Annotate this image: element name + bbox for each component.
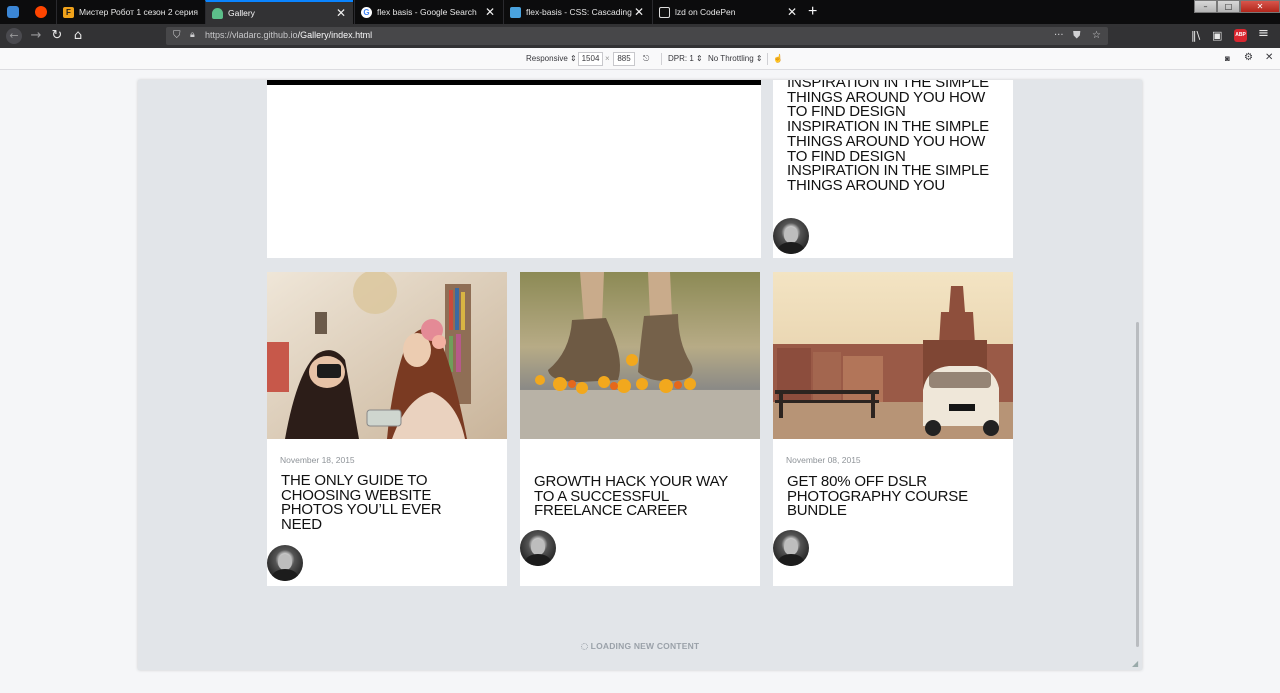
url-path: /Gallery/index.html (297, 30, 373, 40)
pinned-tab-reddit[interactable] (28, 0, 54, 24)
dpr-label: DPR: 1 (668, 54, 694, 63)
address-bar[interactable]: ⛉ 🔒︎ https://vladarc.github.io/Gallery/i… (166, 27, 1108, 45)
post-headline[interactable]: Get 80% off DSLR photography course bund… (787, 474, 982, 519)
pocket-icon[interactable]: ⛊ (1073, 30, 1081, 41)
tab-mdn-flex-basis[interactable]: flex-basis - CSS: Cascading Style Sheets… (503, 0, 651, 24)
codepen-icon (659, 6, 670, 18)
google-icon: G (361, 6, 372, 18)
close-tab-icon[interactable]: ✕ (633, 6, 645, 18)
tab-title: flex basis - Google Search (377, 7, 477, 17)
viewport-resize-handle[interactable]: ◢ (1132, 660, 1140, 668)
post-card[interactable]: Growth hack your way to a successful fre… (520, 272, 760, 586)
post-photo-boots-and-flowers (520, 272, 760, 439)
throttling-label: No Throttling (708, 54, 754, 63)
loading-indicator: LOADING NEW CONTENT (138, 641, 1142, 651)
new-tab-button[interactable]: + (808, 2, 817, 22)
reddit-icon (35, 6, 47, 18)
adblock-plus-icon[interactable]: ABP (1234, 29, 1247, 42)
toolbar-divider (661, 53, 662, 65)
close-tab-icon[interactable]: ✕ (484, 6, 496, 18)
back-arrow-icon[interactable]: ← (6, 28, 22, 44)
chat-icon (7, 6, 19, 18)
page-actions-icon[interactable]: ··· (1054, 30, 1064, 41)
tab-title: Gallery (228, 8, 255, 18)
tab-gallery[interactable]: Gallery ✕ (205, 0, 353, 24)
page-viewport: Inspiration in the simple things around … (138, 80, 1142, 670)
window-close-icon[interactable]: ✕ (1240, 0, 1280, 13)
bookmark-star-icon[interactable]: ☆ (1092, 30, 1101, 41)
touch-simulation-icon[interactable]: ☝ (773, 53, 783, 65)
dpr-selector[interactable]: DPR: 1 ⇕ (668, 53, 703, 65)
rotate-viewport-icon[interactable]: ⎋ (643, 53, 649, 65)
post-headline[interactable]: The only guide to choosing website photo… (281, 473, 476, 533)
page-scrollbar[interactable] (1136, 322, 1139, 647)
tab-mister-robot[interactable]: F Мистер Робот 1 сезон 2 серия (56, 0, 204, 24)
author-avatar[interactable] (267, 545, 303, 581)
menu-icon[interactable]: ≡ (1258, 27, 1269, 41)
shield-icon[interactable]: ⛉ (173, 30, 181, 41)
pinned-tab-messages[interactable] (0, 0, 26, 24)
tab-title: flex-basis - CSS: Cascading Style Sheets (526, 7, 633, 17)
close-tab-icon[interactable]: ✕ (335, 7, 347, 19)
screenshot-icon[interactable]: ◙ (1225, 53, 1230, 65)
post-card[interactable]: November 08, 2015 Get 80% off DSLR photo… (773, 272, 1013, 586)
tab-title: Мистер Робот 1 сезон 2 серия (79, 7, 198, 17)
post-date: November 18, 2015 (280, 455, 355, 465)
close-tab-icon[interactable]: ✕ (786, 6, 798, 18)
post-card[interactable]: November 18, 2015 The only guide to choo… (267, 272, 507, 586)
featured-card[interactable] (267, 80, 761, 258)
maximize-icon[interactable]: □ (1217, 0, 1240, 13)
mdn-icon (510, 6, 521, 18)
author-avatar[interactable] (520, 530, 556, 566)
tab-google-search[interactable]: G flex basis - Google Search ✕ (354, 0, 502, 24)
loading-spinner-icon (580, 643, 588, 650)
close-rdm-icon[interactable]: ✕ (1265, 52, 1273, 64)
viewport-width-input[interactable]: 1504 (578, 52, 603, 66)
github-pages-icon (212, 7, 223, 19)
loading-text: LOADING NEW CONTENT (590, 641, 700, 651)
responsive-design-toolbar: Responsive ⇕ 1504 × 885 ⎋ DPR: 1 ⇕ No Th… (0, 48, 1280, 70)
navigation-toolbar: ← → ↻ ⌂ ⛉ 🔒︎ https://vladarc.github.io/G… (0, 24, 1280, 48)
viewport-height-input[interactable]: 885 (613, 52, 635, 66)
post-date: November 08, 2015 (786, 455, 861, 465)
dimension-separator: × (605, 54, 610, 63)
post-headline[interactable]: Growth hack your way to a successful fre… (534, 474, 729, 519)
minimize-icon[interactable]: – (1194, 0, 1217, 13)
settings-gear-icon[interactable]: ⚙ (1244, 52, 1253, 64)
video-site-icon: F (63, 6, 74, 18)
device-label: Responsive (526, 54, 568, 63)
lock-icon[interactable]: 🔒︎ (190, 30, 195, 40)
sidebar-icon[interactable]: ▣ (1212, 29, 1222, 43)
window-controls: – □ ✕ (1194, 0, 1280, 14)
post-photo-girls-with-cameras (267, 272, 507, 439)
toolbar-divider (767, 53, 768, 65)
tab-title: lzd on CodePen (675, 7, 736, 17)
library-icon[interactable]: ‖\ (1191, 29, 1200, 43)
post-headline[interactable]: Inspiration in the simple things around … (787, 80, 999, 194)
device-selector[interactable]: Responsive ⇕ (526, 53, 577, 65)
tab-strip: F Мистер Робот 1 сезон 2 серия Gallery ✕… (0, 0, 1280, 24)
forward-arrow-icon[interactable]: → (28, 28, 44, 44)
url-domain: https://vladarc.github.io (205, 30, 298, 40)
post-photo-old-town-car (773, 272, 1013, 439)
throttling-selector[interactable]: No Throttling ⇕ (708, 53, 763, 65)
post-card[interactable]: Inspiration in the simple things around … (773, 80, 1013, 258)
home-icon[interactable]: ⌂ (70, 28, 86, 44)
author-avatar[interactable] (773, 218, 809, 254)
featured-image-edge (267, 80, 761, 85)
tab-codepen[interactable]: lzd on CodePen ✕ (652, 0, 804, 24)
url-text: https://vladarc.github.io/Gallery/index.… (205, 30, 372, 40)
author-avatar[interactable] (773, 530, 809, 566)
reload-icon[interactable]: ↻ (49, 28, 65, 44)
